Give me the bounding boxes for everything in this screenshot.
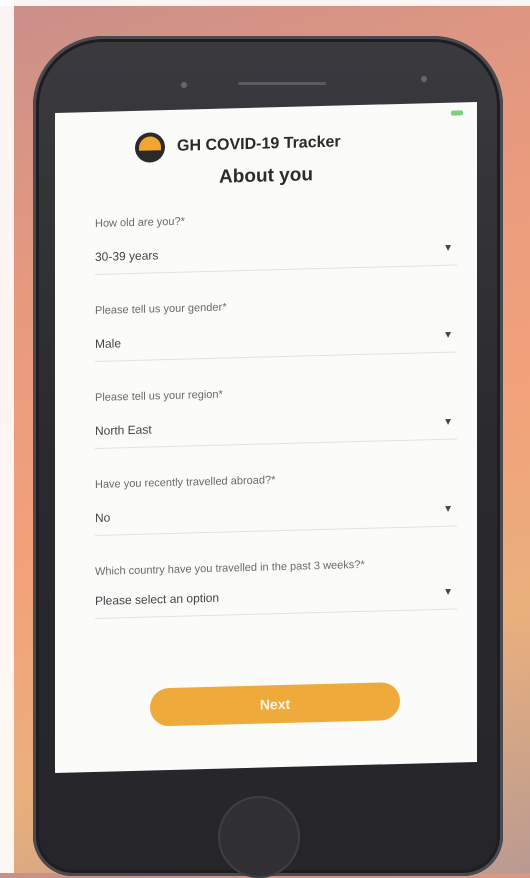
gender-value: Male <box>95 336 122 351</box>
next-button[interactable]: Next <box>150 681 400 727</box>
travel-label: Have you recently travelled abroad?* <box>95 474 276 491</box>
background-edge-left <box>0 0 14 873</box>
travel-select[interactable]: No ▼ <box>95 501 457 536</box>
chevron-down-icon: ▼ <box>443 503 453 515</box>
age-value: 30-39 years <box>95 248 159 264</box>
chevron-down-icon: ▼ <box>443 329 453 341</box>
app-brand-name: GH COVID-19 Tracker <box>177 133 341 155</box>
age-label: How old are you?* <box>95 215 185 230</box>
front-camera <box>181 82 187 88</box>
age-select[interactable]: 30-39 years ▼ <box>95 240 457 275</box>
country-value: Please select an option <box>95 590 220 608</box>
travel-value: No <box>95 510 111 525</box>
battery-icon <box>451 110 463 116</box>
age-field: How old are you?* 30-39 years ▼ <box>55 208 477 276</box>
region-label: Please tell us your region* <box>95 388 223 404</box>
country-select[interactable]: Please select an option ▼ <box>95 584 457 619</box>
home-button[interactable] <box>218 796 300 878</box>
region-value: North East <box>95 422 152 438</box>
app-screen: GH COVID-19 Tracker About you How old ar… <box>55 101 477 774</box>
sensor-dot <box>421 76 427 82</box>
region-select[interactable]: North East ▼ <box>95 414 457 449</box>
earpiece-speaker <box>238 82 326 85</box>
page-title: About you <box>219 164 313 188</box>
country-label: Which country have you travelled in the … <box>95 558 365 578</box>
chevron-down-icon: ▼ <box>443 586 453 598</box>
chevron-down-icon: ▼ <box>443 242 453 254</box>
travel-field: Have you recently travelled abroad?* No … <box>55 469 477 537</box>
chevron-down-icon: ▼ <box>443 416 453 428</box>
gender-label: Please tell us your gender* <box>95 301 227 317</box>
gender-select[interactable]: Male ▼ <box>95 327 457 362</box>
background-edge-top <box>0 0 530 6</box>
app-logo-icon <box>135 132 165 163</box>
app-header: GH COVID-19 Tracker <box>135 128 341 163</box>
country-field: Which country have you travelled in the … <box>55 556 477 620</box>
region-field: Please tell us your region* North East ▼ <box>55 382 477 450</box>
gender-field: Please tell us your gender* Male ▼ <box>55 295 477 363</box>
